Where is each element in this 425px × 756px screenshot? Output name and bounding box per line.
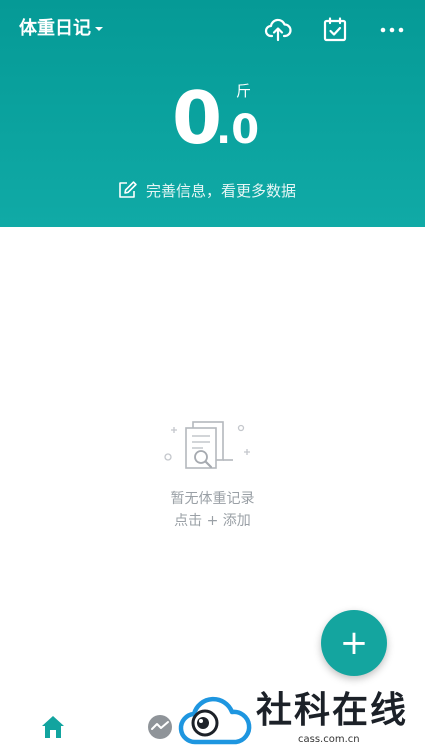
complete-info-label: 完善信息，看更多数据 bbox=[146, 181, 297, 200]
header: 体重日记 0 .0 斤 完善信息，看更多数据 bbox=[0, 0, 425, 227]
weight-decimal: .0 bbox=[216, 107, 260, 153]
add-icon: + bbox=[339, 623, 369, 663]
add-record-button[interactable]: + bbox=[321, 610, 387, 676]
watermark-subtext: cass.com.cn bbox=[298, 734, 360, 745]
calendar-check-icon[interactable] bbox=[321, 16, 349, 44]
more-icon[interactable] bbox=[378, 16, 406, 44]
home-icon[interactable] bbox=[38, 712, 68, 742]
watermark: 社科在线 cass.com.cn bbox=[178, 686, 425, 756]
app-title: 体重日记 bbox=[19, 18, 91, 39]
caret-down-icon bbox=[95, 27, 103, 31]
app-title-dropdown[interactable]: 体重日记 bbox=[19, 17, 103, 41]
empty-state: 暂无体重记录 点击 + 添加 bbox=[0, 414, 425, 532]
empty-document-icon bbox=[163, 421, 250, 469]
watermark-logo-icon bbox=[178, 696, 252, 745]
watermark-text: 社科在线 bbox=[256, 690, 409, 731]
cloud-upload-icon[interactable] bbox=[264, 16, 292, 44]
weight-unit: 斤 bbox=[236, 82, 252, 100]
empty-hint: 点击 + 添加 bbox=[174, 513, 251, 529]
weight-display: 0 .0 斤 bbox=[0, 78, 425, 168]
edit-icon bbox=[119, 181, 137, 198]
weight-integer: 0 bbox=[172, 76, 223, 160]
trend-icon[interactable] bbox=[145, 712, 175, 742]
empty-title: 暂无体重记录 bbox=[170, 491, 255, 507]
complete-info-link[interactable]: 完善信息，看更多数据 bbox=[118, 178, 296, 202]
